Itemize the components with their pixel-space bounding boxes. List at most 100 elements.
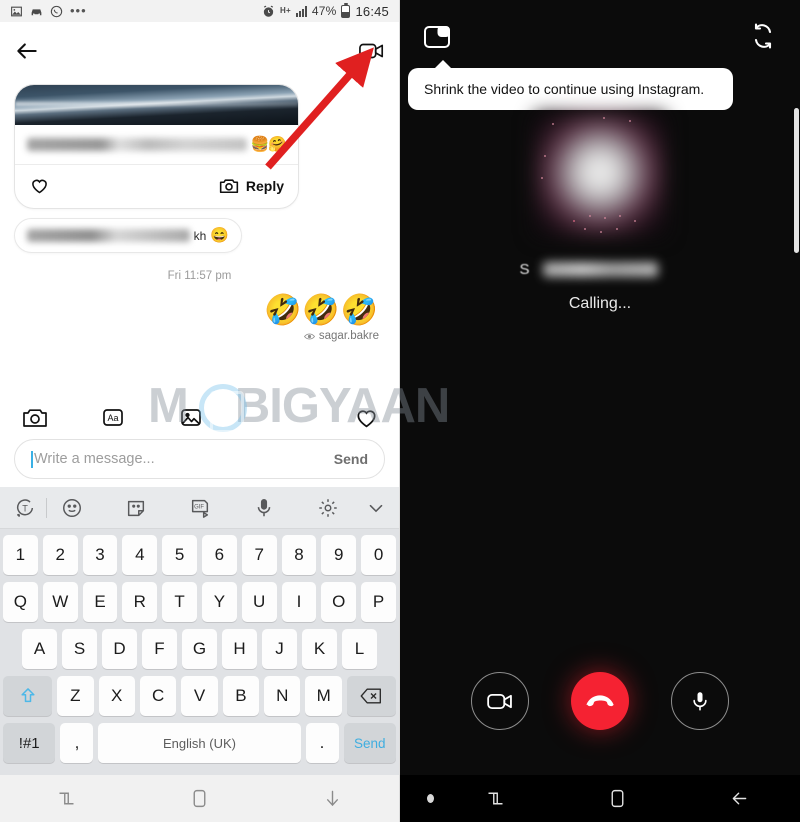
post-caption-row: 🍔🤗 [15, 125, 298, 165]
key-6[interactable]: 6 [202, 535, 237, 575]
key-Q[interactable]: Q [3, 582, 38, 622]
key-8[interactable]: 8 [281, 535, 317, 575]
key-2[interactable]: 2 [42, 535, 78, 575]
key-Z[interactable]: Z [57, 676, 94, 716]
status-bar: ••• H+ 47% 16:45 [0, 0, 399, 22]
key-M[interactable]: M [305, 676, 342, 716]
key-K[interactable]: K [302, 629, 337, 669]
key-9[interactable]: 9 [321, 535, 357, 575]
video-camera-icon[interactable] [359, 41, 385, 61]
key-F[interactable]: F [142, 629, 177, 669]
svg-text:GIF: GIF [194, 504, 204, 510]
sticker-icon[interactable] [125, 497, 147, 519]
clock-label: 16:45 [355, 3, 389, 19]
chevron-down-icon[interactable] [365, 497, 387, 519]
more-dots-icon: ••• [70, 3, 87, 18]
incoming-message-bubble[interactable]: kh 😄 [14, 218, 242, 253]
whatsapp-icon [50, 5, 63, 18]
key-D[interactable]: D [102, 629, 137, 669]
message-thread[interactable]: 🍔🤗 Reply kh 😄 Fri 11:57 pm 🤣🤣🤣 sagar.bak… [0, 80, 399, 395]
heart-icon[interactable] [354, 405, 379, 430]
key-N[interactable]: N [264, 676, 301, 716]
settings-gear-icon[interactable] [317, 497, 339, 519]
send-button[interactable]: Send [334, 451, 368, 467]
back-arrow-icon[interactable] [14, 38, 40, 64]
aa-text-icon[interactable]: Aa [100, 406, 126, 429]
key-0[interactable]: 0 [361, 535, 396, 575]
incoming-message-emoji: 😄 [210, 227, 229, 244]
message-input-placeholder[interactable]: Write a message... [34, 451, 334, 467]
key-I[interactable]: I [281, 582, 317, 622]
key-W[interactable]: W [42, 582, 78, 622]
keyboard-toolbar: T GIF [0, 487, 399, 529]
shift-up-arrow-icon[interactable] [3, 676, 53, 716]
space-key[interactable]: English (UK) [98, 723, 301, 763]
post-actions-row: Reply [15, 165, 298, 208]
key-1[interactable]: 1 [3, 535, 38, 575]
image-icon[interactable] [178, 406, 204, 429]
recents-icon[interactable] [485, 788, 506, 809]
key-B[interactable]: B [222, 676, 260, 716]
key-3[interactable]: 3 [82, 535, 118, 575]
key-C[interactable]: C [139, 676, 177, 716]
microphone-icon[interactable] [253, 497, 275, 519]
key-O[interactable]: O [321, 582, 357, 622]
camera-icon[interactable] [22, 406, 48, 429]
recents-icon[interactable] [56, 788, 77, 809]
key-E[interactable]: E [82, 582, 118, 622]
key-A[interactable]: A [22, 629, 57, 669]
home-icon[interactable] [189, 788, 210, 809]
key-P[interactable]: P [361, 582, 396, 622]
status-bar-system-icons: H+ 47% 16:45 [262, 2, 389, 19]
key-Y[interactable]: Y [202, 582, 237, 622]
down-arrow-icon[interactable] [322, 788, 343, 809]
key-7[interactable]: 7 [241, 535, 277, 575]
key-R[interactable]: R [122, 582, 158, 622]
rotate-camera-icon[interactable] [748, 22, 778, 50]
emoji-icon[interactable] [61, 497, 83, 519]
key-H[interactable]: H [222, 629, 257, 669]
shrink-video-tooltip: Shrink the video to continue using Insta… [408, 60, 733, 110]
comma-key[interactable]: , [60, 723, 94, 763]
reply-label: Reply [245, 177, 284, 194]
key-5[interactable]: 5 [162, 535, 197, 575]
back-arrow-icon[interactable] [729, 788, 750, 809]
key-G[interactable]: G [182, 629, 217, 669]
text-recognition-icon[interactable]: T [14, 497, 36, 519]
keyboard-row-numbers: 1234567890 [3, 535, 396, 575]
svg-text:T: T [22, 503, 28, 513]
outgoing-emoji-reaction[interactable]: 🤣🤣🤣 [14, 296, 385, 326]
avatar-sparkle-dots [533, 113, 667, 237]
key-U[interactable]: U [241, 582, 277, 622]
video-camera-icon[interactable] [471, 672, 529, 730]
key-X[interactable]: X [98, 676, 135, 716]
microphone-icon[interactable] [671, 672, 729, 730]
car-icon [30, 5, 43, 18]
call-status-label: Calling... [568, 295, 632, 312]
keyboard-send-key[interactable]: Send [343, 723, 397, 763]
battery-icon [341, 2, 351, 18]
on-screen-keyboard[interactable]: T GIF 1 2 3 4 5 6 7 8 9 0 Q W E R T Y U … [0, 487, 399, 775]
message-input-row[interactable]: Write a message... Send [14, 439, 385, 479]
key-L[interactable]: L [342, 629, 377, 669]
key-T[interactable]: T [162, 582, 197, 622]
outgoing-emoji-glyphs: 🤣🤣🤣 [263, 294, 379, 327]
reply-button[interactable]: Reply [219, 177, 284, 195]
home-icon[interactable] [607, 788, 628, 809]
shared-post-card[interactable]: 🍔🤗 Reply [14, 84, 299, 209]
gif-icon[interactable]: GIF [189, 497, 211, 519]
key-V[interactable]: V [181, 676, 218, 716]
post-caption-emojis: 🍔🤗 [250, 135, 287, 153]
heart-icon[interactable] [29, 175, 50, 196]
scrollbar[interactable] [794, 108, 799, 253]
key-J[interactable]: J [262, 629, 297, 669]
key-4[interactable]: 4 [122, 535, 158, 575]
period-key[interactable]: . [305, 723, 339, 763]
backspace-icon[interactable] [346, 676, 396, 716]
shrink-pip-icon[interactable] [422, 22, 452, 52]
keyboard-row-top: QWERTYUIOP [3, 582, 396, 622]
dot-icon[interactable] [427, 794, 434, 803]
symbols-key[interactable]: !#1 [3, 723, 56, 763]
end-call-icon[interactable] [571, 672, 629, 730]
key-S[interactable]: S [62, 629, 97, 669]
